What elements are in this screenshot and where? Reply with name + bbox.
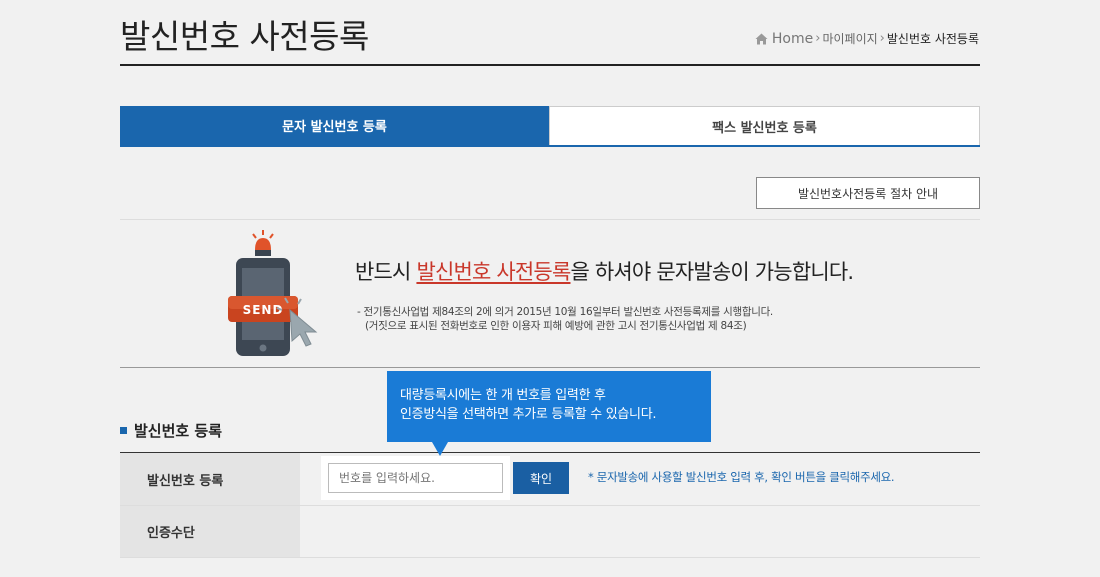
breadcrumb-current: 발신번호 사전등록 xyxy=(886,32,979,46)
chevron-right-icon: › xyxy=(815,31,821,46)
tooltip-line1: 대량등록시에는 한 개 번호를 입력한 후 xyxy=(400,388,606,403)
breadcrumb-mypage[interactable]: 마이페이지 xyxy=(822,30,877,47)
confirm-button[interactable]: 확인 xyxy=(513,462,569,494)
notice-divider-bottom xyxy=(120,367,980,368)
siren-icon xyxy=(252,230,274,256)
tab-fax-number[interactable]: 팩스 발신번호 등록 xyxy=(549,106,980,145)
title-divider xyxy=(120,64,980,66)
notice-headline-post: 을 하셔야 문자발송이 가능합니다. xyxy=(570,260,854,284)
phone-number-input[interactable] xyxy=(328,463,503,493)
notice-headline-pre: 반드시 xyxy=(355,260,417,284)
square-bullet-icon xyxy=(120,427,127,434)
bulk-registration-tooltip: 대량등록시에는 한 개 번호를 입력한 후 인증방식을 선택하면 추가로 등록할… xyxy=(387,371,711,442)
form-row-auth: 인증수단 xyxy=(120,506,980,558)
notice-divider-top xyxy=(120,219,980,220)
section-title: 발신번호 등록 xyxy=(120,420,222,441)
form-row-number: 발신번호 등록 확인 * 문자발송에 사용할 발신번호 입력 후, 확인 버튼을… xyxy=(120,453,980,506)
helper-text: * 문자발송에 사용할 발신번호 입력 후, 확인 버튼을 클릭해주세요. xyxy=(588,470,895,484)
number-value-cell: 확인 * 문자발송에 사용할 발신번호 입력 후, 확인 버튼을 클릭해주세요. xyxy=(300,453,980,505)
auth-method-value-cell xyxy=(300,506,980,557)
send-badge-text: SEND xyxy=(243,303,284,317)
breadcrumb-home[interactable]: Home xyxy=(772,31,813,47)
home-icon[interactable] xyxy=(755,33,768,45)
tooltip-arrow xyxy=(432,442,448,456)
tooltip-line2: 인증방식을 선택하면 추가로 등록할 수 있습니다. xyxy=(400,407,657,422)
input-highlight xyxy=(321,456,510,500)
tab-sms-number[interactable]: 문자 발신번호 등록 xyxy=(120,106,549,145)
notice-headline: 반드시 발신번호 사전등록을 하셔야 문자발송이 가능합니다. xyxy=(355,256,854,286)
notice-detail-line2: (거짓으로 표시된 전화번호로 인한 이용자 피해 예방에 관한 고시 전기통신… xyxy=(365,320,747,332)
registration-guide-button[interactable]: 발신번호사전등록 절차 안내 xyxy=(756,177,980,209)
breadcrumb: Home › 마이페이지 › 발신번호 사전등록 xyxy=(755,30,979,47)
number-label: 발신번호 등록 xyxy=(120,453,300,505)
notice-headline-highlight: 발신번호 사전등록 xyxy=(416,260,571,284)
section-title-text: 발신번호 등록 xyxy=(134,422,223,440)
page-title: 발신번호 사전등록 xyxy=(120,17,369,56)
notice-detail: - 전기통신사업법 제84조의 2에 의거 2015년 10월 16일부터 발신… xyxy=(357,305,773,333)
tab-bar: 문자 발신번호 등록 팩스 발신번호 등록 xyxy=(120,106,980,147)
phone-send-icon: SEND xyxy=(228,230,318,356)
chevron-right-icon: › xyxy=(879,31,885,46)
auth-method-label: 인증수단 xyxy=(120,506,300,557)
notice-detail-line1: - 전기통신사업법 제84조의 2에 의거 2015년 10월 16일부터 발신… xyxy=(357,306,773,318)
